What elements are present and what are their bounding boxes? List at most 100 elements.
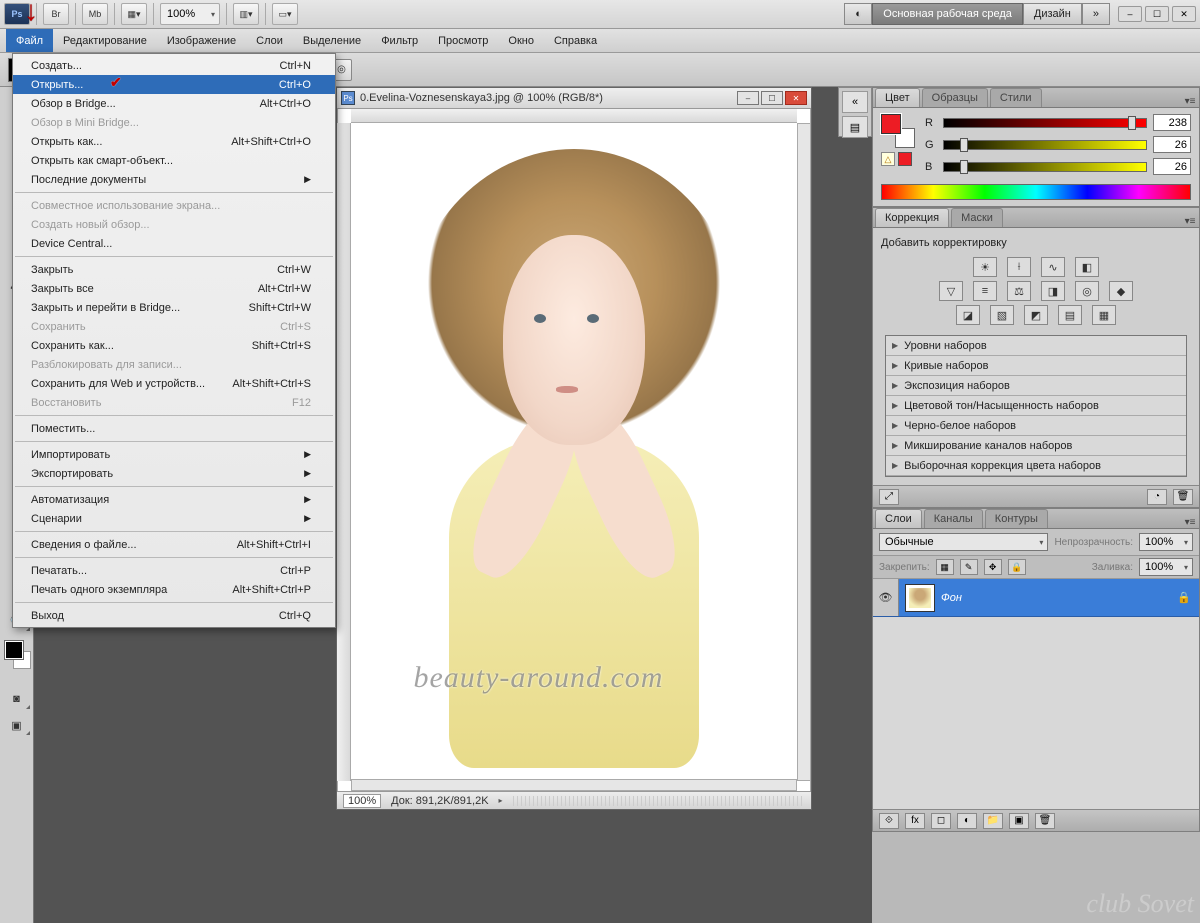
- bw-icon[interactable]: ◨: [1041, 281, 1065, 301]
- screenmode-dropdown[interactable]: ▭▾: [272, 3, 298, 25]
- tab-layers[interactable]: Слои: [875, 509, 922, 528]
- gamut-swatch[interactable]: [898, 152, 912, 166]
- file-menu-item[interactable]: Закрыть и перейти в Bridge...Shift+Ctrl+…: [13, 298, 335, 317]
- file-menu-item[interactable]: Обзор в Bridge...Alt+Ctrl+O: [13, 94, 335, 113]
- b-value[interactable]: 26: [1153, 158, 1191, 175]
- close-button[interactable]: ✕: [1172, 6, 1196, 22]
- file-menu-item[interactable]: Сохранить для Web и устройств...Alt+Shif…: [13, 374, 335, 393]
- bridge-button[interactable]: Br: [43, 3, 69, 25]
- dock-expand-icon[interactable]: «: [842, 91, 868, 113]
- preset-row[interactable]: ▶Экспозиция наборов: [886, 376, 1186, 396]
- file-menu-item[interactable]: Печать одного экземпляраAlt+Shift+Ctrl+P: [13, 580, 335, 599]
- new-layer-icon[interactable]: ▣: [1009, 813, 1029, 829]
- r-slider[interactable]: [943, 118, 1147, 128]
- menu-select[interactable]: Выделение: [293, 29, 371, 52]
- layer-group-icon[interactable]: 📁: [983, 813, 1003, 829]
- minibridge-button[interactable]: Mb: [82, 3, 108, 25]
- layer-thumbnail[interactable]: [905, 584, 935, 612]
- menu-view[interactable]: Просмотр: [428, 29, 498, 52]
- exposure-icon[interactable]: ◧: [1075, 257, 1099, 277]
- clip-icon[interactable]: ◔: [1147, 489, 1167, 505]
- fg-color-swatch[interactable]: [881, 114, 901, 134]
- menu-filter[interactable]: Фильтр: [371, 29, 428, 52]
- tab-channels[interactable]: Каналы: [924, 509, 983, 528]
- document-titlebar[interactable]: Ps 0.Evelina-Voznesenskaya3.jpg @ 100% (…: [337, 88, 811, 109]
- panel-menu-icon[interactable]: ▾≡: [1181, 96, 1199, 107]
- file-menu-item[interactable]: Поместить...: [13, 419, 335, 438]
- scrollbar-horizontal[interactable]: [351, 779, 797, 791]
- file-menu-item[interactable]: Закрыть всеAlt+Ctrl+W: [13, 279, 335, 298]
- delete-layer-icon[interactable]: 🗑: [1035, 813, 1055, 829]
- channelmixer-icon[interactable]: ◆: [1109, 281, 1133, 301]
- doc-maximize[interactable]: ☐: [761, 91, 783, 105]
- levels-icon[interactable]: ⟊: [1007, 257, 1031, 277]
- screenmode-button[interactable]: ▣: [2, 713, 32, 737]
- zoom-dropdown[interactable]: 100%: [160, 3, 220, 25]
- preset-row[interactable]: ▶Выборочная коррекция цвета наборов: [886, 456, 1186, 476]
- minimize-button[interactable]: –: [1118, 6, 1142, 22]
- workspace-cslive[interactable]: ◐: [844, 3, 872, 25]
- menu-file[interactable]: Файл: [6, 29, 53, 52]
- panel-menu-icon[interactable]: ▾≡: [1181, 517, 1199, 528]
- lock-all-icon[interactable]: 🔒: [1008, 559, 1026, 575]
- menu-help[interactable]: Справка: [544, 29, 607, 52]
- tab-paths[interactable]: Контуры: [985, 509, 1048, 528]
- workspace-essentials[interactable]: Основная рабочая среда: [872, 3, 1023, 25]
- blend-mode-dropdown[interactable]: Обычные: [879, 533, 1048, 551]
- preset-list[interactable]: ▶Уровни наборов▶Кривые наборов▶Экспозици…: [885, 335, 1187, 477]
- file-menu-item[interactable]: Автоматизация▶: [13, 490, 335, 509]
- file-menu-item[interactable]: Device Central...: [13, 234, 335, 253]
- adjustment-layer-icon[interactable]: ◐: [957, 813, 977, 829]
- brightness-icon[interactable]: ☀: [973, 257, 997, 277]
- trash-icon[interactable]: 🗑: [1173, 489, 1193, 505]
- tab-styles[interactable]: Стили: [990, 88, 1042, 107]
- file-menu-item[interactable]: ВыходCtrl+Q: [13, 606, 335, 625]
- vibrance-icon[interactable]: ▽: [939, 281, 963, 301]
- layer-opacity-input[interactable]: 100%: [1139, 533, 1193, 551]
- file-menu-item[interactable]: Импортировать▶: [13, 445, 335, 464]
- file-menu-item[interactable]: Сценарии▶: [13, 509, 335, 528]
- g-value[interactable]: 26: [1153, 136, 1191, 153]
- file-menu-item[interactable]: Создать...Ctrl+N: [13, 56, 335, 75]
- menu-window[interactable]: Окно: [498, 29, 544, 52]
- foreground-swatch[interactable]: [5, 641, 23, 659]
- color-swatches[interactable]: [0, 641, 33, 681]
- file-menu-item[interactable]: Сведения о файле...Alt+Shift+Ctrl+I: [13, 535, 335, 554]
- selectivecolor-icon[interactable]: ▦: [1092, 305, 1116, 325]
- layer-row-background[interactable]: 👁 Фон 🔒: [873, 579, 1199, 617]
- workspace-more[interactable]: »: [1082, 3, 1110, 25]
- file-menu-item[interactable]: Открыть...Ctrl+O: [13, 75, 335, 94]
- menu-image[interactable]: Изображение: [157, 29, 246, 52]
- menu-layer[interactable]: Слои: [246, 29, 293, 52]
- color-fgbg[interactable]: [881, 114, 915, 148]
- tab-swatches[interactable]: Образцы: [922, 88, 988, 107]
- ruler-horizontal[interactable]: [351, 109, 797, 123]
- status-arrow-icon[interactable]: ▸: [499, 796, 503, 805]
- preset-row[interactable]: ▶Микширование каналов наборов: [886, 436, 1186, 456]
- invert-icon[interactable]: ◪: [956, 305, 980, 325]
- preset-row[interactable]: ▶Цветовой тон/Насыщенность наборов: [886, 396, 1186, 416]
- scrollbar-vertical[interactable]: [797, 123, 811, 781]
- huesat-icon[interactable]: ≡: [973, 281, 997, 301]
- lock-position-icon[interactable]: ✥: [984, 559, 1002, 575]
- preset-row[interactable]: ▶Черно-белое наборов: [886, 416, 1186, 436]
- file-menu-item[interactable]: Сохранить как...Shift+Ctrl+S: [13, 336, 335, 355]
- b-slider[interactable]: [943, 162, 1147, 172]
- file-menu-item[interactable]: Открыть как смарт-объект...: [13, 151, 335, 170]
- file-menu-item[interactable]: Открыть как...Alt+Shift+Ctrl+O: [13, 132, 335, 151]
- extras-dropdown[interactable]: ▦▾: [121, 3, 147, 25]
- lock-transparent-icon[interactable]: ▦: [936, 559, 954, 575]
- quickmask-button[interactable]: ◙: [2, 687, 32, 711]
- link-layers-icon[interactable]: ⟐: [879, 813, 899, 829]
- visibility-icon[interactable]: 👁: [873, 579, 899, 616]
- doc-minimize[interactable]: –: [737, 91, 759, 105]
- colorbalance-icon[interactable]: ⚖: [1007, 281, 1031, 301]
- status-zoom[interactable]: 100%: [343, 794, 381, 808]
- spectrum-bar[interactable]: [881, 184, 1191, 200]
- file-menu-item[interactable]: Последние документы▶: [13, 170, 335, 189]
- expand-icon[interactable]: ⤢: [879, 489, 899, 505]
- preset-row[interactable]: ▶Кривые наборов: [886, 356, 1186, 376]
- g-slider[interactable]: [943, 140, 1147, 150]
- fill-input[interactable]: 100%: [1139, 558, 1193, 576]
- menu-edit[interactable]: Редактирование: [53, 29, 157, 52]
